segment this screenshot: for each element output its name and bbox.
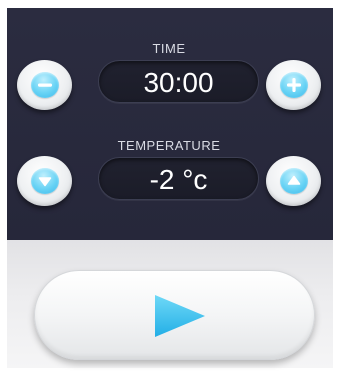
time-increase-button[interactable] bbox=[266, 60, 321, 110]
temperature-increase-button[interactable] bbox=[266, 156, 321, 206]
temperature-display: -2 °c bbox=[98, 157, 259, 200]
plus-icon bbox=[279, 72, 308, 98]
temperature-decrease-button[interactable] bbox=[17, 156, 72, 206]
play-icon bbox=[155, 295, 205, 337]
temperature-label: TEMPERATURE bbox=[117, 138, 221, 153]
arrow-down-icon bbox=[30, 168, 59, 194]
time-label: TIME bbox=[152, 41, 186, 56]
start-button[interactable] bbox=[34, 270, 315, 360]
minus-icon bbox=[30, 72, 59, 98]
arrow-up-icon bbox=[279, 168, 308, 194]
time-decrease-button[interactable] bbox=[17, 60, 72, 110]
time-display: 30:00 bbox=[98, 60, 259, 103]
